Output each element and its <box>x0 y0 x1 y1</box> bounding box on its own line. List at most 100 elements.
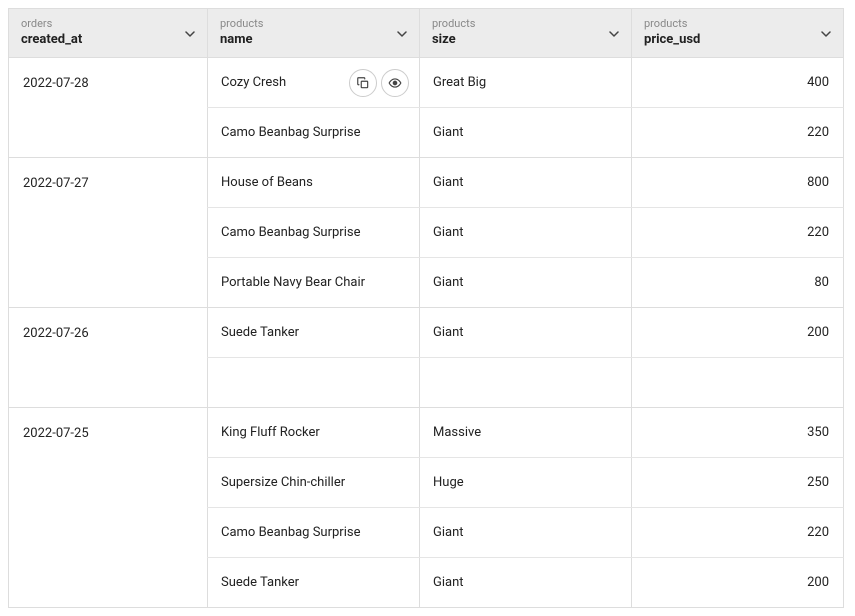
table-cell-name[interactable]: King Fluff Rocker <box>207 408 420 458</box>
cell-value: Giant <box>433 275 464 290</box>
cell-value: Giant <box>433 575 464 590</box>
cell-value: 250 <box>807 475 829 490</box>
size-column: Great Big Giant <box>420 58 632 158</box>
column-name-label: created_at <box>21 32 82 47</box>
table-cell-size[interactable]: Great Big <box>419 58 632 108</box>
cell-value: 80 <box>814 275 829 290</box>
table-cell-size[interactable]: Huge <box>419 458 632 508</box>
cell-value: 220 <box>807 225 829 240</box>
chevron-down-icon[interactable] <box>821 26 831 40</box>
name-column: King Fluff Rocker Supersize Chin-chiller C… <box>208 408 420 608</box>
cell-value: 2022-07-28 <box>23 76 89 91</box>
empty-cell <box>419 358 632 408</box>
column-table-label: products <box>432 17 619 30</box>
cell-value: Camo Beanbag Surprise <box>221 125 360 140</box>
table-cell-name[interactable]: Portable Navy Bear Chair <box>207 258 420 308</box>
column-name-label: price_usd <box>644 32 700 47</box>
table-cell-name[interactable]: Suede Tanker <box>207 558 420 608</box>
cell-value: Camo Beanbag Surprise <box>221 525 360 540</box>
cell-value: 220 <box>807 125 829 140</box>
cell-value: Cozy Cresh <box>221 75 286 90</box>
name-column: House of Beans Camo Beanbag Surprise Porta… <box>208 158 420 308</box>
chevron-down-icon[interactable] <box>397 26 407 40</box>
column-header-created-at[interactable]: orders created_at <box>8 8 208 58</box>
cell-value: Huge <box>433 475 464 490</box>
table-cell-name[interactable]: Suede Tanker <box>207 308 420 358</box>
table-cell-size[interactable]: Giant <box>419 258 632 308</box>
cell-value: 350 <box>807 425 829 440</box>
table-cell-price[interactable]: 200 <box>631 558 844 608</box>
column-table-label: products <box>220 17 407 30</box>
eye-icon[interactable] <box>381 69 409 97</box>
cell-value: 2022-07-25 <box>23 426 89 441</box>
table-cell-price[interactable]: 220 <box>631 108 844 158</box>
table-cell-size[interactable]: Giant <box>419 308 632 358</box>
table-cell-name[interactable]: Camo Beanbag Surprise <box>207 208 420 258</box>
column-name-label: name <box>220 32 253 47</box>
cell-value: Suede Tanker <box>221 575 299 590</box>
column-table-label: products <box>644 17 831 30</box>
cell-value: Giant <box>433 125 464 140</box>
name-column: Cozy Cresh Camo Beanbag Surprise <box>208 58 420 158</box>
table-cell-size[interactable]: Giant <box>419 558 632 608</box>
cell-value: Giant <box>433 325 464 340</box>
table-cell-size[interactable]: Massive <box>419 408 632 458</box>
column-name-label: size <box>432 32 456 47</box>
table-cell-price[interactable]: 200 <box>631 308 844 358</box>
cell-value: 200 <box>807 575 829 590</box>
table-cell-price[interactable]: 220 <box>631 208 844 258</box>
table-cell-size[interactable]: Giant <box>419 158 632 208</box>
group-cell-created-at[interactable]: 2022-07-27 <box>8 158 208 308</box>
table-cell-price[interactable]: 800 <box>631 158 844 208</box>
price-column: 800 220 80 <box>632 158 844 308</box>
table-cell-price[interactable]: 250 <box>631 458 844 508</box>
cell-value: Giant <box>433 225 464 240</box>
name-column: Suede Tanker <box>208 308 420 408</box>
column-header-price-usd[interactable]: products price_usd <box>631 8 844 58</box>
table-cell-size[interactable]: Giant <box>419 508 632 558</box>
group-cell-created-at[interactable]: 2022-07-26 <box>8 308 208 408</box>
price-column: 400 220 <box>632 58 844 158</box>
table-cell-name[interactable]: Camo Beanbag Surprise <box>207 108 420 158</box>
cell-value: 2022-07-27 <box>23 176 89 191</box>
column-header-name[interactable]: products name <box>207 8 420 58</box>
copy-icon[interactable] <box>349 69 377 97</box>
table-cell-price[interactable]: 350 <box>631 408 844 458</box>
empty-cell <box>631 358 844 408</box>
cell-value: House of Beans <box>221 175 313 190</box>
group-cell-created-at[interactable]: 2022-07-28 <box>8 58 208 158</box>
cell-value: Giant <box>433 175 464 190</box>
cell-value: Great Big <box>433 75 486 90</box>
cell-value: Portable Navy Bear Chair <box>221 275 365 290</box>
cell-value: Giant <box>433 525 464 540</box>
size-column: Giant Giant Giant <box>420 158 632 308</box>
price-column: 350 250 220 200 <box>632 408 844 608</box>
table-cell-name[interactable]: Cozy Cresh <box>207 58 420 108</box>
price-column: 200 <box>632 308 844 408</box>
data-table: orders created_at products name products… <box>0 0 855 616</box>
table-cell-price[interactable]: 80 <box>631 258 844 308</box>
row-actions <box>349 69 409 97</box>
empty-cell <box>207 358 420 408</box>
group-cell-created-at[interactable]: 2022-07-25 <box>8 408 208 608</box>
cell-value: 200 <box>807 325 829 340</box>
cell-value: King Fluff Rocker <box>221 425 320 440</box>
size-column: Giant <box>420 308 632 408</box>
table-cell-price[interactable]: 220 <box>631 508 844 558</box>
table-cell-size[interactable]: Giant <box>419 208 632 258</box>
cell-value: Supersize Chin-chiller <box>221 475 345 490</box>
table-cell-price[interactable]: 400 <box>631 58 844 108</box>
table-cell-size[interactable]: Giant <box>419 108 632 158</box>
table-cell-name[interactable]: Camo Beanbag Surprise <box>207 508 420 558</box>
column-header-size[interactable]: products size <box>419 8 632 58</box>
cell-value: 400 <box>807 75 829 90</box>
table-cell-name[interactable]: Supersize Chin-chiller <box>207 458 420 508</box>
cell-value: 2022-07-26 <box>23 326 89 341</box>
size-column: Massive Huge Giant Giant <box>420 408 632 608</box>
chevron-down-icon[interactable] <box>185 26 195 40</box>
column-table-label: orders <box>21 17 195 30</box>
chevron-down-icon[interactable] <box>609 26 619 40</box>
table-cell-name[interactable]: House of Beans <box>207 158 420 208</box>
cell-value: Suede Tanker <box>221 325 299 340</box>
cell-value: Massive <box>433 425 481 440</box>
